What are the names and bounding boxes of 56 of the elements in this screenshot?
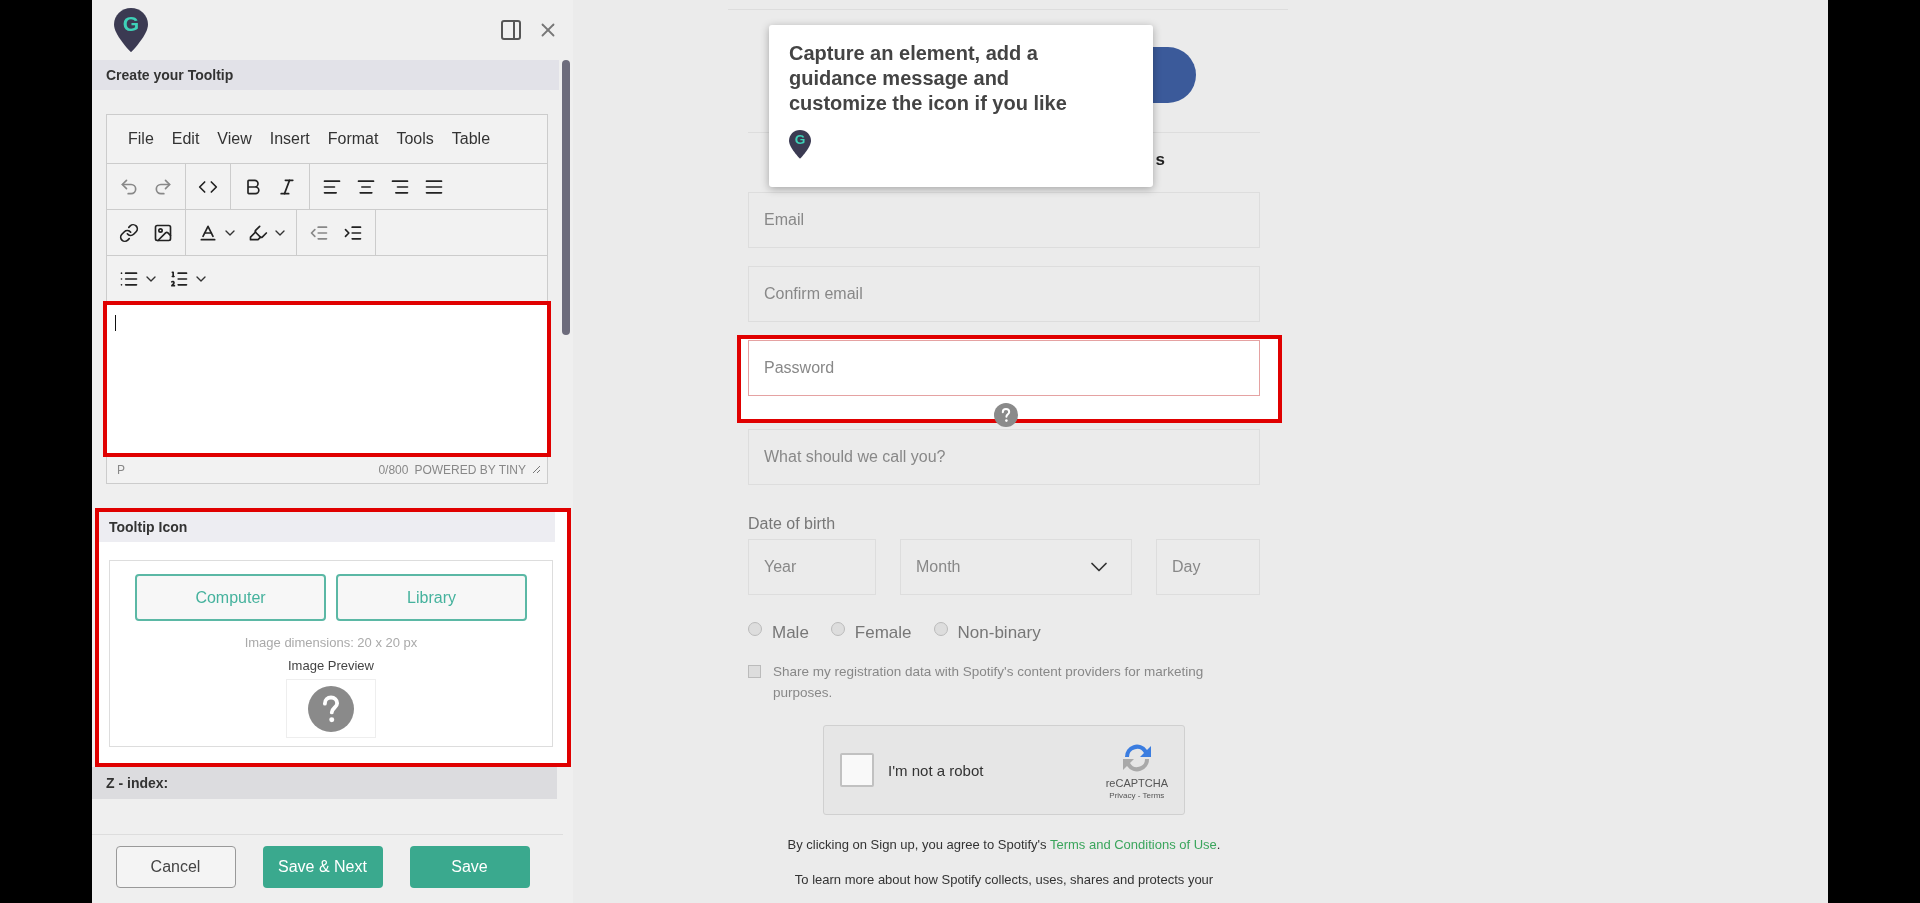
save-button[interactable]: Save & Next	[262, 846, 383, 888]
radio-option[interactable]: Female	[830, 623, 912, 643]
section-title: Z - index:	[92, 767, 557, 799]
upload-button[interactable]: Computer	[135, 574, 326, 621]
menu-item[interactable]: Format	[320, 130, 386, 148]
menu-item[interactable]: Table	[444, 130, 498, 148]
radio-option[interactable]: Non-binary	[933, 623, 1041, 643]
dimension-hint: Image dimensions: 20 x 20 px	[244, 635, 418, 650]
upload-button[interactable]: Library	[336, 574, 527, 621]
radio-option[interactable]: Male	[748, 623, 809, 643]
captcha-brand: reCAPTCHA	[1105, 776, 1168, 789]
checkbox[interactable]	[840, 753, 874, 787]
editor-brand[interactable]: POWERED BY TINY	[414, 463, 526, 477]
scrollbar[interactable]	[562, 60, 570, 335]
menu-item[interactable]: Insert	[262, 130, 317, 148]
tooltip-logo-icon: G	[789, 130, 811, 159]
input-field[interactable]: Year	[748, 539, 876, 595]
captcha-label: I'm not a robot	[888, 761, 985, 779]
privacy-text: To learn more about how Spotify collects, uses, shares and protects your	[794, 872, 1214, 887]
field-label: Date of birth	[748, 515, 837, 533]
help-icon	[308, 685, 354, 732]
tooltip-message: Capture an element, add a guidance message and customize the icon if you like	[789, 41, 1068, 116]
input-field[interactable]: Day	[1156, 539, 1260, 595]
terms-text: By clicking on Sign up, you agree to Spotify's Terms and Conditions of Use.	[787, 837, 1221, 852]
element-path: P	[117, 463, 125, 477]
radio-icon[interactable]	[933, 622, 948, 636]
save-button[interactable]: Save	[409, 846, 530, 888]
cancel-button[interactable]: Cancel	[115, 846, 236, 888]
menu-item[interactable]: File	[121, 130, 161, 148]
radio-label: Female	[854, 623, 912, 643]
dock-toggle-icon[interactable]	[499, 18, 523, 42]
radio-icon[interactable]	[830, 622, 845, 636]
menu-item[interactable]: View	[210, 130, 259, 148]
radio-label: Male	[772, 623, 809, 643]
character-count: 0/800	[378, 463, 409, 477]
dropdown[interactable]: Month	[900, 539, 1132, 595]
input-field[interactable]: Password	[748, 340, 1260, 396]
logo-icon: G	[114, 7, 148, 53]
menu-item[interactable]: Edit	[164, 130, 207, 148]
input-field[interactable]: What should we call you?	[748, 429, 1260, 485]
input-field[interactable]: Email	[748, 192, 1260, 248]
section-title: Tooltip Icon	[99, 512, 555, 542]
menu-item[interactable]: Tools	[389, 130, 441, 148]
editor-content[interactable]	[103, 301, 551, 457]
radio-label: Non-binary	[957, 623, 1041, 643]
preview-label: Image Preview	[288, 658, 374, 673]
terms-link[interactable]: Terms and Conditions of Use	[1049, 837, 1217, 852]
section-title: Create your Tooltip	[92, 60, 559, 90]
captcha-links[interactable]: Privacy - Terms	[1109, 790, 1165, 800]
resize-handle-icon[interactable]	[532, 464, 541, 476]
text-cursor	[115, 315, 116, 331]
radio-icon[interactable]	[748, 622, 762, 636]
heading: s	[1155, 150, 1165, 170]
checkbox[interactable]	[748, 665, 761, 678]
checkbox-label: Share my registration data with Spotify's content providers for marketing purposes.	[773, 663, 1205, 702]
input-field[interactable]: Confirm email	[748, 266, 1260, 322]
